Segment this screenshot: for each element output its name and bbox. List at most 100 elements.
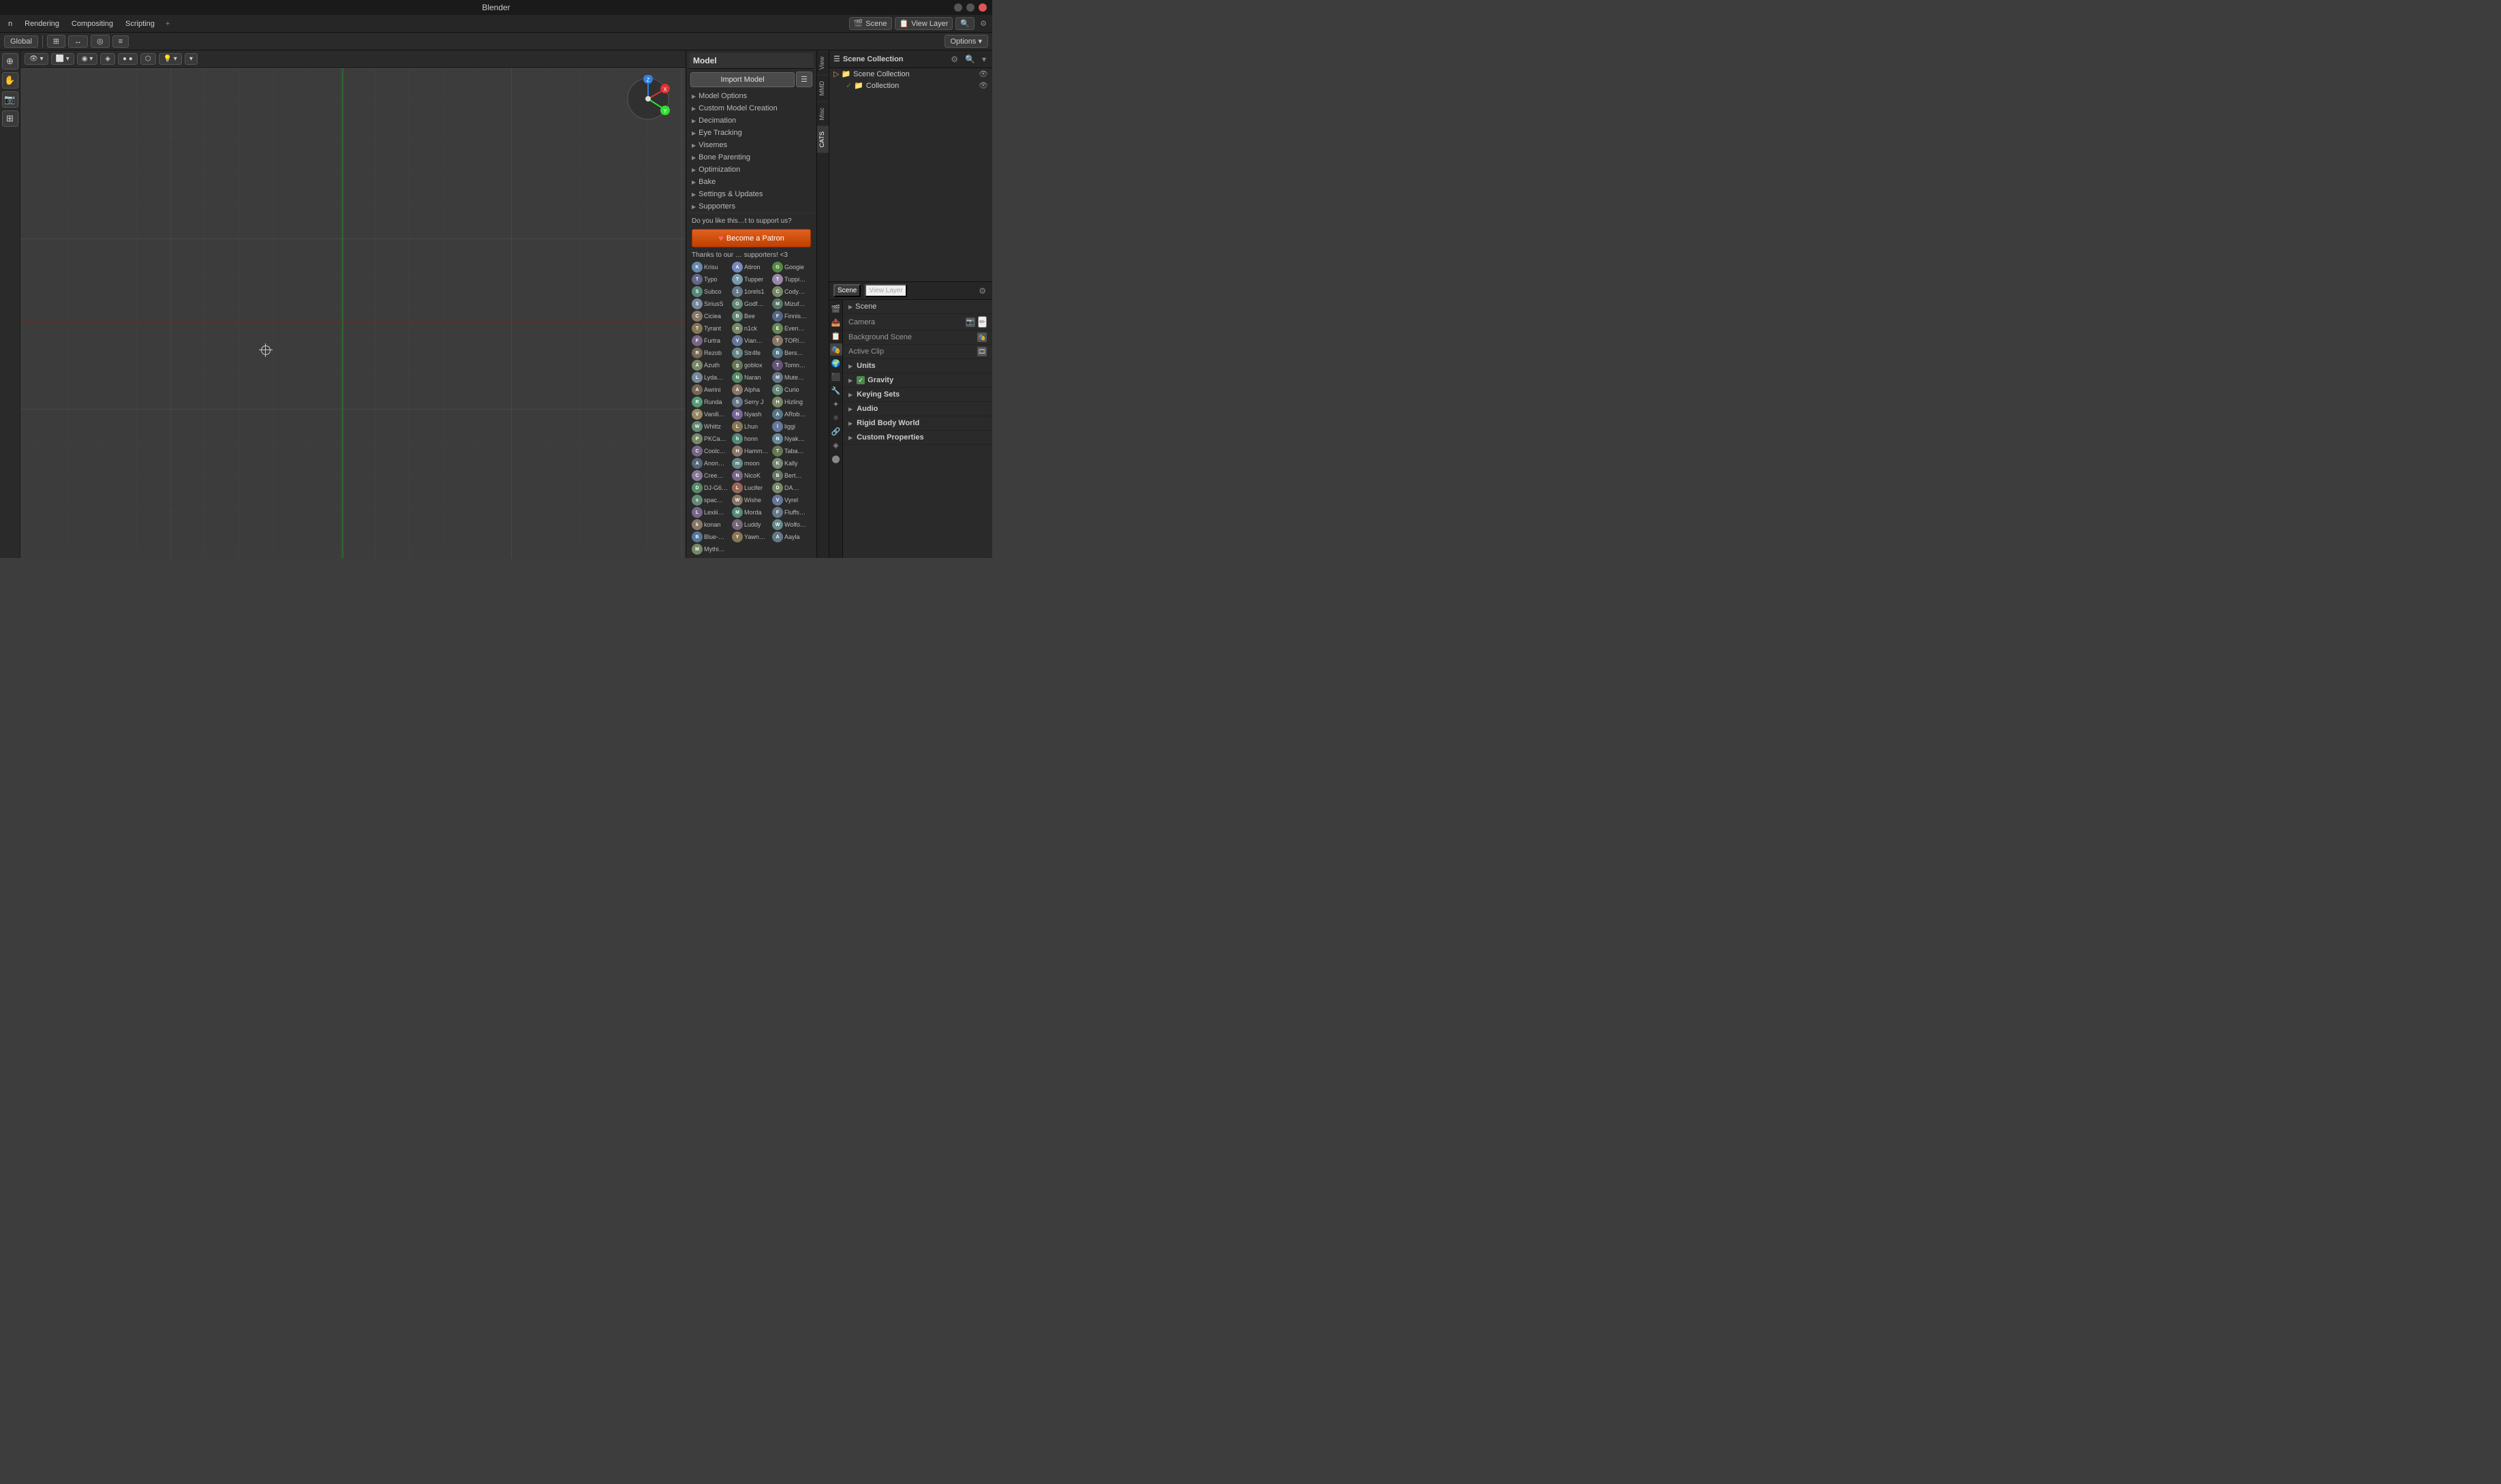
supporter-avatar: 1 — [732, 286, 743, 297]
outliner-search-btn[interactable]: 🔍 — [963, 54, 977, 65]
supporter-name: Godf… — [744, 300, 764, 307]
camera-value: 📷 ✏ — [966, 316, 987, 328]
supporter-avatar: l — [772, 421, 783, 432]
top-scene-selector[interactable]: Scene — [865, 20, 887, 28]
supporter-avatar: V — [692, 409, 703, 420]
supporter-item: MMorda — [732, 507, 771, 518]
camera-edit-btn[interactable]: ✏ — [978, 316, 987, 328]
menu-item-rendering[interactable]: Rendering — [19, 18, 65, 30]
section-bone-parenting[interactable]: ▶ Bone Parenting — [689, 151, 814, 164]
vp-shading-btn[interactable]: 👁 ▾ — [25, 53, 48, 65]
supporter-name: Lexiii… — [704, 509, 724, 516]
prop-icon-data[interactable]: ◈ — [830, 439, 842, 451]
toolbar-transform-btn[interactable]: ↔ — [68, 35, 88, 48]
eye-scene-collection[interactable]: 👁 — [979, 69, 988, 78]
units-section-header[interactable]: ▶ Units — [843, 359, 992, 373]
prop-icon-world[interactable]: 🌍 — [830, 357, 842, 369]
outliner-filter-btn[interactable]: ⚙ — [949, 54, 960, 65]
viewport[interactable]: ⊕ ✋ 📷 ⊞ 👁 ▾ ⬜ ▾ ◉ ▾ ◈ ● ● ⬡ 💡 ▾ ▾ — [0, 50, 686, 558]
supporter-item: YYawn… — [732, 531, 771, 542]
section-visemes[interactable]: ▶ Visemes — [689, 139, 814, 151]
outliner-row-collection[interactable]: ✓ 📁 Collection 👁 — [829, 80, 992, 91]
vp-light-btn[interactable]: 💡 ▾ — [159, 53, 182, 65]
prop-icon-modifier[interactable]: 🔧 — [830, 384, 842, 397]
toolbar-global-btn[interactable]: Global — [4, 35, 38, 48]
top-filter-icon[interactable]: ⚙ — [980, 19, 987, 28]
section-eye-tracking[interactable]: ▶ Eye Tracking — [689, 127, 814, 139]
prop-icon-physics[interactable]: ⚛ — [830, 412, 842, 424]
toolbar-pivot-btn[interactable]: ◎ — [91, 35, 110, 48]
supporter-item: VVyrel — [772, 495, 811, 506]
vp-xray-btn[interactable]: ◈ — [100, 53, 115, 65]
rigid-body-header[interactable]: ▶ Rigid Body World — [843, 416, 992, 430]
gravity-section-header[interactable]: ▶ ✓ Gravity — [843, 373, 992, 387]
supporter-avatar: N — [732, 372, 743, 383]
tab-cats[interactable]: CATS — [817, 125, 829, 153]
eye-collection[interactable]: 👁 — [979, 81, 988, 90]
tab-view[interactable]: View — [817, 50, 829, 75]
gravity-checkbox[interactable]: ✓ — [857, 376, 865, 384]
prop-icon-render[interactable]: 🎬 — [830, 303, 842, 315]
keying-sets-header[interactable]: ▶ Keying Sets — [843, 388, 992, 401]
camera-label: Camera — [848, 318, 875, 326]
prop-icon-view-layer[interactable]: 📋 — [830, 330, 842, 342]
tool-cursor[interactable]: ⊕ — [2, 53, 18, 69]
supporter-avatar: H — [732, 446, 743, 457]
main-area: ⊕ ✋ 📷 ⊞ 👁 ▾ ⬜ ▾ ◉ ▾ ◈ ● ● ⬡ 💡 ▾ ▾ — [0, 50, 992, 558]
vp-overlay-btn[interactable]: ◉ ▾ — [77, 53, 98, 65]
tool-grid[interactable]: ⊞ — [2, 110, 18, 127]
menu-item-n[interactable]: n — [3, 18, 18, 30]
prop-icon-constraints[interactable]: 🔗 — [830, 425, 842, 437]
prop-tab-scene[interactable]: Scene — [833, 284, 861, 297]
prop-icon-output[interactable]: 📤 — [830, 316, 842, 328]
toolbar-layer-btn[interactable]: ≡ — [112, 35, 129, 48]
win-maximize[interactable] — [966, 3, 975, 12]
outliner-settings-btn[interactable]: ▾ — [980, 54, 988, 65]
outliner-row-scene-collection[interactable]: ▷ 📁 Scene Collection 👁 — [829, 68, 992, 80]
section-custom-model-creation[interactable]: ▶ Custom Model Creation — [689, 102, 814, 114]
bg-scene-icon: 🎭 — [977, 333, 987, 342]
toolbar-options-btn[interactable]: Options ▾ — [945, 35, 989, 48]
section-decimation[interactable]: ▶ Decimation — [689, 114, 814, 127]
prop-filter-btn[interactable]: ⚙ — [977, 285, 988, 296]
menu-item-scripting[interactable]: Scripting — [120, 18, 160, 30]
vp-grid-btn[interactable]: ⬡ — [140, 53, 156, 65]
supporter-item: MMythi… — [692, 544, 731, 555]
menu-item-compositing[interactable]: Compositing — [66, 18, 119, 30]
vp-more-btn[interactable]: ▾ — [185, 53, 198, 65]
supporter-name: Nyash — [744, 411, 762, 418]
section-settings-updates[interactable]: ▶ Settings & Updates — [689, 188, 814, 200]
prop-icon-particles[interactable]: ✦ — [830, 398, 842, 410]
section-bake[interactable]: ▶ Bake — [689, 176, 814, 188]
import-model-menu[interactable]: ☰ — [796, 72, 812, 87]
prop-icon-material[interactable]: ⬤ — [830, 452, 842, 465]
tab-mmd[interactable]: MMD — [817, 75, 829, 102]
supporter-avatar: S — [732, 397, 743, 407]
tool-move[interactable]: ✋ — [2, 72, 18, 89]
prop-icon-scene[interactable]: 🎭 — [830, 343, 842, 356]
become-patron-btn[interactable]: ♥ Become a Patron — [692, 229, 811, 247]
menu-add-workspace[interactable]: + — [162, 18, 174, 30]
section-optimization[interactable]: ▶ Optimization — [689, 164, 814, 176]
audio-header[interactable]: ▶ Audio — [843, 402, 992, 416]
supporter-name: ARob… — [784, 411, 806, 418]
top-view-layer-selector[interactable]: View Layer — [911, 20, 948, 28]
app-title: Blender — [482, 3, 510, 12]
vp-viewport-btn[interactable]: ⬜ ▾ — [51, 53, 74, 65]
prop-icon-object[interactable]: ⬛ — [830, 371, 842, 383]
win-close[interactable] — [979, 3, 987, 12]
import-model-btn[interactable]: Import Model — [690, 72, 795, 87]
prop-tab-view-layer[interactable]: View Layer — [865, 284, 906, 297]
section-supporters[interactable]: ▶ Supporters — [689, 200, 814, 213]
tab-misc[interactable]: Misc — [817, 102, 829, 126]
background-scene-label: Background Scene — [848, 333, 912, 341]
vp-sphere-btn[interactable]: ● ● — [118, 53, 138, 65]
supporter-item: AAzuth — [692, 360, 731, 371]
win-minimize[interactable] — [954, 3, 962, 12]
toolbar-snap-btn[interactable]: ⊞ — [47, 35, 65, 48]
tool-camera[interactable]: 📷 — [2, 91, 18, 108]
top-search-icon[interactable]: 🔍 — [960, 19, 970, 28]
custom-props-header[interactable]: ▶ Custom Properties — [843, 431, 992, 444]
section-model-options[interactable]: ▶ Model Options — [689, 90, 814, 102]
axis-gizmo[interactable]: X Y Z — [624, 75, 672, 123]
